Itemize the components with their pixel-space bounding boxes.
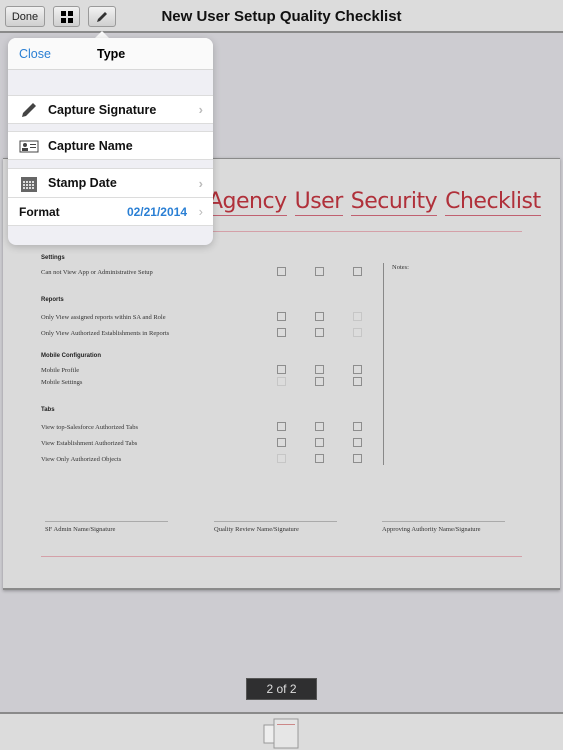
checkbox[interactable] (353, 312, 362, 321)
calendar-icon (18, 175, 40, 192)
page-title: New User Setup Quality Checklist (161, 8, 402, 25)
title-word: User (294, 189, 343, 216)
title-word: Security (350, 189, 438, 216)
title-word: Checklist (445, 189, 541, 216)
checklist-item: Can not View App or Administrative Setup (41, 269, 153, 276)
checkbox[interactable] (315, 365, 324, 374)
capture-name-item[interactable]: Capture Name (8, 131, 213, 160)
section-heading: Settings (41, 255, 65, 261)
checklist-item: Mobile Settings (41, 379, 83, 386)
stamp-date-label: Stamp Date (48, 176, 117, 190)
stamp-date-item[interactable]: Stamp Date › (8, 168, 213, 197)
checklist-item: Only View assigned reports within SA and… (41, 314, 166, 321)
section-heading: Tabs (41, 407, 55, 413)
checkbox[interactable] (315, 454, 324, 463)
format-label: Format (19, 204, 60, 219)
capture-name-label: Capture Name (48, 138, 133, 153)
checkbox[interactable] (277, 454, 286, 463)
capture-signature-label: Capture Signature (48, 102, 157, 117)
section-heading: Reports (41, 297, 64, 303)
checkbox[interactable] (353, 422, 362, 431)
notes-divider (383, 263, 384, 465)
chevron-right-icon: › (198, 102, 203, 117)
checklist-item: View Establishment Authorized Tabs (41, 440, 138, 447)
checkbox[interactable] (315, 438, 324, 447)
footer-divider (41, 556, 522, 557)
checkbox[interactable] (315, 312, 324, 321)
chevron-right-icon: › (198, 175, 203, 191)
checklist-item: View top-Salesforce Authorized Tabs (41, 424, 139, 431)
signature-line-admin[interactable]: SF Admin Name/Signature (45, 521, 168, 533)
signature-line-quality[interactable]: Quality Review Name/Signature (214, 521, 337, 533)
checkbox[interactable] (353, 438, 362, 447)
capture-signature-item[interactable]: Capture Signature › (8, 95, 213, 124)
chevron-right-icon: › (198, 204, 203, 219)
checkbox[interactable] (353, 377, 362, 386)
checklist-item: View Only Authorized Objects (41, 456, 122, 463)
close-button[interactable]: Close (19, 47, 51, 61)
checkbox[interactable] (277, 422, 286, 431)
checkbox[interactable] (277, 377, 286, 386)
checkbox[interactable] (353, 454, 362, 463)
checkbox[interactable] (353, 267, 362, 276)
checklist-item: Mobile Profile (41, 367, 80, 374)
page-thumbnails-icon[interactable] (263, 717, 299, 749)
pencil-icon (18, 101, 40, 119)
signature-line-approver[interactable]: Approving Authority Name/Signature (382, 521, 505, 533)
checkbox[interactable] (353, 365, 362, 374)
type-popover: Close Type Capture Signature › Capture Na… (8, 38, 213, 245)
checkbox[interactable] (315, 377, 324, 386)
checkbox[interactable] (277, 267, 286, 276)
notes-label: Notes: (392, 264, 409, 271)
checkbox[interactable] (277, 312, 286, 321)
checkbox[interactable] (277, 328, 286, 337)
document-title: Agency User Security Checklist (208, 189, 549, 216)
format-item[interactable]: Format 02/21/2014 › (8, 197, 213, 226)
title-word: Agency (208, 189, 287, 216)
checkbox[interactable] (353, 328, 362, 337)
checkbox[interactable] (315, 422, 324, 431)
checklist-item: Only View Authorized Establishments in R… (41, 330, 170, 337)
checkbox[interactable] (315, 328, 324, 337)
top-toolbar: Done New User Setup Quality Checklist (0, 0, 563, 33)
checkbox[interactable] (277, 438, 286, 447)
bottom-bar (0, 712, 563, 750)
page-indicator: 2 of 2 (246, 678, 317, 700)
checkbox[interactable] (277, 365, 286, 374)
checkbox[interactable] (315, 267, 324, 276)
format-value: 02/21/2014 (126, 204, 187, 219)
section-heading: Mobile Configuration (41, 353, 101, 359)
id-card-icon (18, 138, 40, 153)
popover-title: Type (97, 47, 126, 61)
